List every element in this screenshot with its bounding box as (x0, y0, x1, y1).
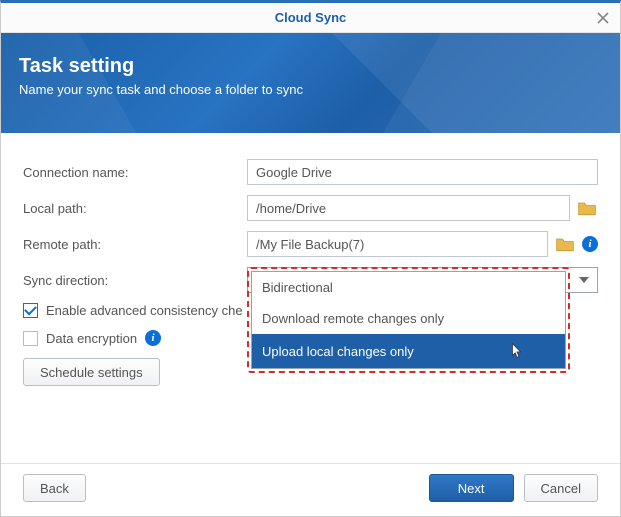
data-encryption-checkbox[interactable] (23, 331, 38, 346)
dropdown-option-upload-label: Upload local changes only (262, 344, 414, 359)
close-icon[interactable] (594, 9, 612, 27)
dropdown-option-download[interactable]: Download remote changes only (252, 303, 565, 334)
enable-consistency-checkbox[interactable] (23, 303, 38, 318)
titlebar: Cloud Sync (1, 3, 620, 33)
dropdown-option-bidirectional[interactable]: Bidirectional (252, 272, 565, 303)
remote-path-label: Remote path: (23, 237, 247, 252)
dropdown-option-upload[interactable]: Upload local changes only (252, 334, 565, 368)
cancel-button[interactable]: Cancel (524, 474, 598, 502)
connection-name-input[interactable] (247, 159, 598, 185)
window-title: Cloud Sync (275, 10, 347, 25)
data-encryption-label: Data encryption (46, 331, 137, 346)
cloud-sync-window: Cloud Sync Task setting Name your sync t… (0, 0, 621, 517)
footer: Back Next Cancel (1, 463, 620, 516)
header-subtitle: Name your sync task and choose a folder … (19, 82, 602, 97)
back-button[interactable]: Back (23, 474, 86, 502)
local-path-label: Local path: (23, 201, 247, 216)
remote-path-input[interactable] (247, 231, 548, 257)
header-title: Task setting (19, 55, 602, 78)
connection-name-label: Connection name: (23, 165, 247, 180)
chevron-down-icon (579, 277, 589, 283)
folder-icon[interactable] (576, 197, 598, 219)
info-icon[interactable]: i (582, 236, 598, 252)
wizard-header: Task setting Name your sync task and cho… (1, 33, 620, 133)
folder-icon[interactable] (554, 233, 576, 255)
cursor-icon (509, 342, 525, 360)
form-body: Connection name: Local path: Remote path… (1, 133, 620, 463)
enable-consistency-label: Enable advanced consistency che (46, 303, 243, 318)
local-path-input[interactable] (247, 195, 570, 221)
next-button[interactable]: Next (429, 474, 514, 502)
sync-direction-label: Sync direction: (23, 273, 247, 288)
info-icon[interactable]: i (145, 330, 161, 346)
schedule-settings-button[interactable]: Schedule settings (23, 358, 160, 386)
sync-direction-dropdown: Bidirectional Download remote changes on… (247, 267, 570, 373)
